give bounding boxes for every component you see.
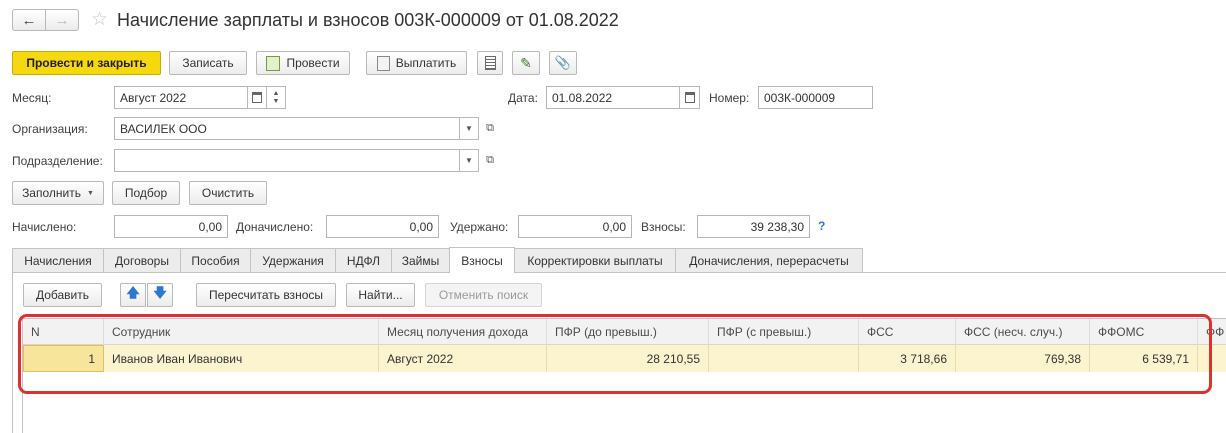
tab-benefits[interactable]: Пособия [180, 248, 251, 272]
dept-dropdown-button[interactable]: ▼ [459, 149, 479, 172]
cell-income-month[interactable]: Август 2022 [379, 345, 547, 372]
org-open-button[interactable]: ⧉ [481, 117, 499, 140]
col-header-fss[interactable]: ФСС [859, 319, 956, 345]
col-header-employee[interactable]: Сотрудник [104, 319, 379, 345]
tab-deductions[interactable]: Удержания [250, 248, 336, 272]
additional-field: 0,00 [326, 215, 439, 238]
clear-button[interactable]: Очистить [189, 181, 267, 205]
pay-doc-icon [376, 55, 390, 71]
move-down-button[interactable]: 🡇 [147, 283, 173, 307]
col-header-income-month[interactable]: Месяц получения дохода [379, 319, 547, 345]
arrow-up-icon: 🡅 [126, 285, 140, 300]
withheld-label: Удержано: [450, 220, 509, 234]
accrued-label: Начислено: [12, 220, 77, 234]
arrow-left-icon: ← [21, 11, 37, 29]
find-button[interactable]: Найти... [346, 283, 415, 307]
month-field[interactable]: Август 2022 [114, 86, 248, 109]
org-label: Организация: [12, 122, 88, 136]
back-button[interactable]: ← [12, 9, 46, 31]
pay-button-label: Выплатить [395, 56, 457, 70]
open-window-icon: ⧉ [486, 154, 494, 166]
withheld-field: 0,00 [518, 215, 632, 238]
col-header-pfr-to[interactable]: ПФР (до превыш.) [547, 319, 709, 345]
chevron-down-icon: ▼ [465, 124, 473, 133]
pen-icon: ✎ [520, 54, 532, 71]
arrow-right-icon: → [54, 11, 70, 29]
cancel-search-button: Отменить поиск [425, 283, 542, 307]
number-label: Номер: [709, 91, 750, 105]
month-label: Месяц: [12, 91, 52, 105]
chevron-down-icon: ▼ [465, 156, 473, 165]
tab-recalculations[interactable]: Доначисления, перерасчеты [675, 248, 863, 272]
cell-pfr-to[interactable]: 28 210,55 [547, 345, 709, 372]
date-field[interactable]: 01.08.2022 [546, 86, 680, 109]
fill-button-label: Заполнить [22, 186, 81, 200]
contrib-label: Взносы: [641, 220, 686, 234]
cell-ffoms[interactable]: 6 539,71 [1090, 345, 1198, 372]
move-up-button[interactable]: 🡅 [120, 283, 146, 307]
col-header-fss-acc[interactable]: ФСС (несч. случ.) [956, 319, 1090, 345]
report-button[interactable] [477, 51, 503, 75]
cell-n[interactable]: 1 [23, 345, 104, 372]
open-window-icon: ⧉ [486, 122, 494, 134]
cell-pfr-over[interactable] [709, 345, 859, 372]
col-header-ffoms[interactable]: ФФОМС [1090, 319, 1198, 345]
chevron-down-icon: ▼ [86, 189, 94, 197]
post-button[interactable]: Провести [256, 51, 350, 75]
post-doc-icon [266, 55, 281, 71]
post-and-close-button[interactable]: Провести и закрыть [12, 51, 161, 75]
recalc-button[interactable]: Пересчитать взносы [196, 283, 336, 307]
stepper-down-icon: ▼ [272, 97, 280, 105]
number-field[interactable]: 003К-000009 [758, 86, 873, 109]
tab-contracts[interactable]: Договоры [103, 248, 181, 272]
tab-contributions[interactable]: Взносы [449, 247, 515, 273]
org-dropdown-button[interactable]: ▼ [459, 117, 479, 140]
attach-button[interactable]: 📎 [549, 51, 577, 75]
fill-button[interactable]: Заполнить ▼ [12, 181, 104, 205]
cell-employee[interactable]: Иванов Иван Иванович [104, 345, 379, 372]
report-list-icon [484, 56, 496, 70]
edit-button[interactable]: ✎ [512, 51, 540, 75]
page-title: Начисление зарплаты и взносов 003К-00000… [117, 10, 619, 30]
tab-payment-corrections[interactable]: Корректировки выплаты [514, 248, 676, 272]
dept-open-button[interactable]: ⧉ [481, 149, 499, 172]
calendar-icon [684, 92, 695, 103]
month-calendar-button[interactable] [247, 86, 267, 109]
additional-label: Доначислено: [236, 220, 314, 234]
contrib-field: 39 238,30 [697, 215, 810, 238]
forward-button[interactable]: → [45, 9, 79, 31]
help-icon[interactable]: ? [818, 219, 825, 233]
dept-label: Подразделение: [12, 154, 103, 168]
date-label: Дата: [508, 91, 538, 105]
accrued-field: 0,00 [114, 215, 228, 238]
paperclip-icon: 📎 [554, 55, 572, 70]
stepper-up-icon: ▲ [272, 89, 280, 97]
arrow-down-icon: 🡇 [153, 285, 167, 300]
dept-field[interactable] [114, 149, 460, 172]
tab-loans[interactable]: Займы [391, 248, 450, 272]
pay-button[interactable]: Выплатить [366, 51, 467, 75]
tab-ndfl[interactable]: НДФЛ [335, 248, 392, 272]
col-header-ff[interactable]: ФФ [1198, 319, 1226, 345]
favorite-star-icon[interactable]: ☆ [91, 8, 108, 31]
tab-accruals[interactable]: Начисления [12, 248, 104, 272]
date-calendar-button[interactable] [679, 86, 700, 109]
cell-fss[interactable]: 3 718,66 [859, 345, 956, 372]
cell-fss-acc[interactable]: 769,38 [956, 345, 1090, 372]
col-header-n[interactable]: N [23, 319, 104, 345]
post-button-label: Провести [286, 56, 340, 70]
select-button[interactable]: Подбор [112, 181, 180, 205]
col-header-pfr-over[interactable]: ПФР (с превыш.) [709, 319, 859, 345]
month-stepper[interactable]: ▲ ▼ [266, 86, 286, 109]
add-button[interactable]: Добавить [23, 283, 102, 307]
org-field[interactable]: ВАСИЛЕК ООО [114, 117, 460, 140]
save-button[interactable]: Записать [169, 51, 247, 75]
calendar-icon [252, 92, 262, 103]
